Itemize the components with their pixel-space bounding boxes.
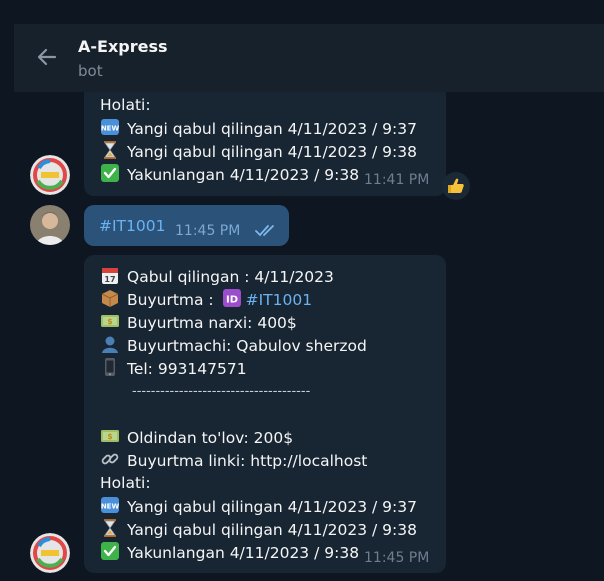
double-check-icon	[255, 225, 274, 237]
chat-subtitle: bot	[78, 62, 103, 80]
thumbs-up-icon	[448, 178, 464, 193]
calendar-icon: 17	[102, 268, 118, 284]
message-list[interactable]: Holati: NEW Yangi qabul qilingan 4/11/202…	[14, 92, 604, 581]
link-line: Buyurtma linki: http://localhost	[100, 449, 367, 473]
svg-text:NEW: NEW	[101, 503, 120, 511]
new-icon: NEW	[101, 119, 120, 135]
status-new-line: NEW Yangi qabul qilingan 4/11/2023 / 9:37	[100, 117, 417, 141]
user-icon	[102, 336, 118, 353]
package-icon	[101, 290, 119, 307]
status-done-line: Yakunlangan 4/11/2023 / 9:38	[100, 541, 359, 565]
status-pending-line: Yangi qabul qilingan 4/11/2023 / 9:38	[100, 518, 417, 542]
phone-icon	[105, 358, 115, 376]
message-bubble-outgoing[interactable]: #IT1001 11:45 PM	[84, 205, 289, 246]
status-label: Holati:	[100, 96, 151, 114]
bot-logo-icon	[30, 155, 70, 195]
message-time: 11:45 PM	[175, 223, 241, 239]
message-bubble-status[interactable]: Holati: NEW Yangi qabul qilingan 4/11/202…	[84, 92, 446, 196]
phone-line: Tel: 993147571	[100, 357, 247, 381]
hourglass-icon	[104, 141, 116, 159]
price-line: $ Buyurtma narxi: 400$	[100, 311, 297, 335]
svg-text:ID: ID	[226, 295, 238, 306]
prepay-line: $ Oldindan to'lov: 200$	[100, 426, 293, 450]
bot-avatar[interactable]	[30, 533, 70, 573]
reaction-thumbs-up[interactable]	[442, 172, 470, 200]
svg-text:17: 17	[104, 275, 115, 284]
user-avatar[interactable]	[30, 205, 70, 245]
separator: --------------------------------------	[132, 384, 311, 399]
svg-text:$: $	[107, 432, 112, 441]
left-strip	[0, 24, 14, 581]
message-time: 11:45 PM	[364, 550, 430, 566]
money-icon: $	[101, 430, 119, 442]
user-photo-icon	[30, 205, 70, 245]
status-pending-line: Yangi qabul qilingan 4/11/2023 / 9:38	[100, 140, 417, 164]
top-strip	[0, 0, 604, 24]
status-new-line: NEW Yangi qabul qilingan 4/11/2023 / 9:37	[100, 495, 417, 519]
chat-title[interactable]: A-Express	[78, 37, 168, 56]
id-icon: ID	[222, 289, 241, 307]
hourglass-icon	[104, 519, 116, 537]
money-icon: $	[101, 315, 119, 327]
status-label: Holati:	[100, 474, 151, 492]
check-icon	[101, 542, 119, 560]
order-line: Buyurtma : ID #IT1001	[100, 288, 312, 312]
new-icon: NEW	[101, 497, 120, 513]
customer-line: Buyurtmachi: Qabulov sherzod	[100, 334, 367, 358]
link-icon	[101, 453, 119, 465]
order-hashtag[interactable]: #IT1001	[99, 217, 165, 235]
message-time: 11:41 PM	[364, 172, 430, 188]
order-id-link[interactable]: #IT1001	[246, 291, 312, 309]
bot-avatar[interactable]	[30, 155, 70, 195]
chat-header: A-Express bot	[14, 24, 604, 92]
check-icon	[101, 164, 119, 182]
message-bubble-order[interactable]: 17 Qabul qilingan : 4/11/2023 Buyurtma : …	[84, 255, 446, 573]
svg-text:NEW: NEW	[101, 125, 120, 133]
svg-text:$: $	[107, 317, 112, 326]
bot-logo-icon	[30, 533, 70, 573]
received-line: 17 Qabul qilingan : 4/11/2023	[100, 265, 334, 289]
status-done-line: Yakunlangan 4/11/2023 / 9:38	[100, 163, 359, 187]
back-arrow-icon[interactable]	[34, 44, 60, 70]
